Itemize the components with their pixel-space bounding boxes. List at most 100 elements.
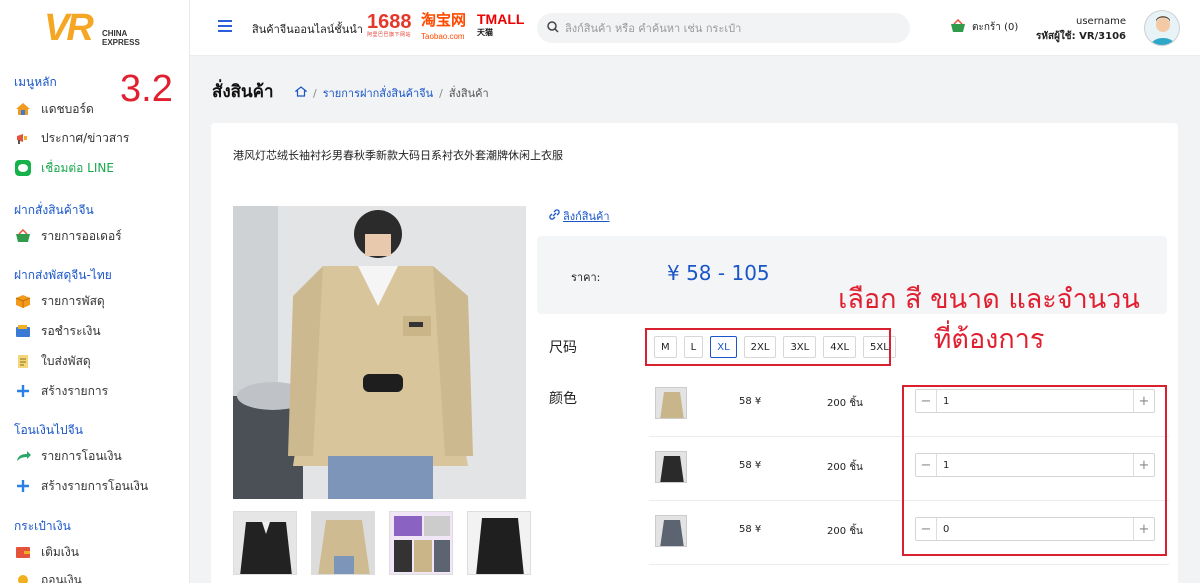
sidebar-item-parcels[interactable]: รายการพัสดุ [14,291,105,311]
variant-price: 58 ¥ [739,396,762,407]
sidebar-section-transfer: โอนเงินไปจีน [14,423,83,437]
sidebar-item-topup[interactable]: เติมเงิน [14,542,79,562]
size-label: 尺码 [549,340,577,356]
sidebar-section-order: ฝากสั่งสินค้าจีน [14,203,94,217]
sidebar: VR CHINA EXPRESS 3.2 เมนูหลัก แดชบอร์ด ป… [0,0,190,583]
sidebar-item-create[interactable]: สร้างรายการ [14,381,108,401]
logo-subtitle-1: CHINA [102,29,128,38]
instruction-line-1: เลือก สี ขนาด และจำนวน [838,284,1140,315]
logo-subtitle-2: EXPRESS [102,38,140,47]
variant-stock: 200 ชิ้น [827,526,863,537]
sidebar-section-shipping: ฝากส่งพัสดุจีน-ไทย [14,268,112,282]
cart-button[interactable]: ตะกร้า (0) [950,18,1019,36]
breadcrumb-orders-link[interactable]: รายการฝากสั่งสินค้าจีน [323,84,433,102]
product-thumbnail[interactable] [389,511,453,575]
document-icon [14,353,32,369]
withdraw-icon [14,572,32,583]
basket-icon [14,228,32,244]
brand-tmall-text: TMALL [477,11,525,27]
search-bar [537,13,910,43]
user-code: รหัสผู้ใช้: VR/3106 [1036,31,1126,42]
top-header: สินค้าจีนออนไลน์ชั้นนำ 1688 阿里巴巴旗下网站 淘宝网… [190,0,1200,56]
variant-image[interactable] [655,451,687,483]
sidebar-item-label: แดชบอร์ด [41,101,94,116]
basket-icon [950,18,966,36]
page-title: สั่งสินค้า [212,82,274,102]
username: username [1076,16,1126,27]
transfer-icon [14,448,32,464]
product-thumbnail[interactable] [233,511,297,575]
sidebar-item-withdraw[interactable]: ถอนเงิน [14,570,82,583]
product-thumbnail[interactable] [311,511,375,575]
price-label: ราคา: [571,271,601,284]
sidebar-item-orders[interactable]: รายการออเดอร์ [14,226,122,246]
brand-tmall-logo[interactable]: TMALL 天猫 [477,12,524,40]
search-input[interactable] [565,21,885,35]
sidebar-item-label: เติมเงิน [41,544,79,559]
sidebar-item-label: สร้างรายการโอนเงิน [41,478,149,493]
sidebar-item-dashboard[interactable]: แดชบอร์ด [14,99,94,119]
home-icon [14,101,32,117]
avatar[interactable] [1144,10,1180,46]
sidebar-item-label: รายการโอนเงิน [41,448,122,463]
sidebar-item-label: ประกาศ/ข่าวสาร [41,130,130,145]
sidebar-item-label: รายการออเดอร์ [41,228,122,243]
brand-tmall-sub: 天猫 [477,28,493,37]
header-tagline: สินค้าจีนออนไลน์ชั้นนำ [252,23,363,36]
sidebar-item-waybills[interactable]: ใบส่งพัสดุ [14,351,91,371]
sidebar-item-create-transfer[interactable]: สร้างรายการโอนเงิน [14,476,148,496]
product-link-label: ลิงก์สินค้า [563,210,610,223]
logo-text: VR [44,7,94,49]
step-badge: 3.2 [120,68,173,110]
sidebar-item-label: รอชำระเงิน [41,323,101,338]
price-value: ¥ 58 - 105 [667,261,770,285]
brand-taobao-logo[interactable]: 淘宝网 Taobao.com [421,13,466,45]
sidebar-item-label: รายการพัสดุ [41,293,105,308]
sidebar-item-label: ใบส่งพัสดุ [41,353,91,368]
brand-1688-text: 1688 [367,11,412,33]
product-thumbnail[interactable] [467,511,531,575]
plus-icon [14,383,32,399]
sidebar-item-label: ถอนเงิน [41,572,82,583]
cart-label: ตะกร้า (0) [972,22,1019,33]
product-link[interactable]: ลิงก์สินค้า [549,207,610,225]
product-title: 港风灯芯绒长袖衬衫男春秋季新款大码日系衬衣外套潮牌休闲上衣服 [233,149,563,162]
link-icon [549,209,560,223]
instruction-annotation: เลือก สี ขนาด และจำนวน ที่ต้องการ [804,280,1174,360]
box-icon [14,293,32,309]
search-icon [547,20,559,36]
brand-taobao-sub: Taobao.com [421,32,465,41]
sidebar-item-pending-payment[interactable]: รอชำระเงิน [14,321,101,341]
sidebar-item-line[interactable]: เชื่อมต่อ LINE [14,158,114,178]
sidebar-item-transfers[interactable]: รายการโอนเงิน [14,446,122,466]
variant-image[interactable] [655,387,687,419]
sidebar-item-news[interactable]: ประกาศ/ข่าวสาร [14,128,129,148]
menu-toggle-icon[interactable] [218,20,232,32]
variant-stock: 200 ชิ้น [827,462,863,473]
sidebar-item-label: สร้างรายการ [41,383,109,398]
brand-1688-sub: 阿里巴巴旗下网站 [367,32,412,38]
variant-stock: 200 ชิ้น [827,398,863,409]
breadcrumb: / รายการฝากสั่งสินค้าจีน / สั่งสินค้า [294,84,489,102]
plus-icon [14,478,32,494]
product-main-image [233,206,526,499]
variant-price: 58 ¥ [739,524,762,535]
variant-price: 58 ¥ [739,460,762,471]
line-icon [14,160,32,176]
color-label: 颜色 [549,391,577,407]
sidebar-section-main: เมนูหลัก [14,75,57,89]
brand-1688-logo[interactable]: 1688 阿里巴巴旗下网站 [367,11,412,38]
wallet-icon [14,323,32,339]
instruction-line-2: ที่ต้องการ [933,324,1045,355]
topup-icon [14,544,32,560]
variant-image[interactable] [655,515,687,547]
sidebar-item-label: เชื่อมต่อ LINE [41,160,114,175]
sidebar-section-wallet: กระเป๋าเงิน [14,519,71,533]
user-info[interactable]: username รหัสผู้ใช้: VR/3106 [1036,14,1126,44]
home-icon[interactable] [294,86,308,100]
breadcrumb-current: สั่งสินค้า [448,87,489,100]
quantity-highlight-frame [902,385,1167,556]
logo[interactable]: VR CHINA EXPRESS [44,8,154,50]
product-thumbnails [233,511,531,575]
brand-taobao-text: 淘宝网 [421,12,467,29]
